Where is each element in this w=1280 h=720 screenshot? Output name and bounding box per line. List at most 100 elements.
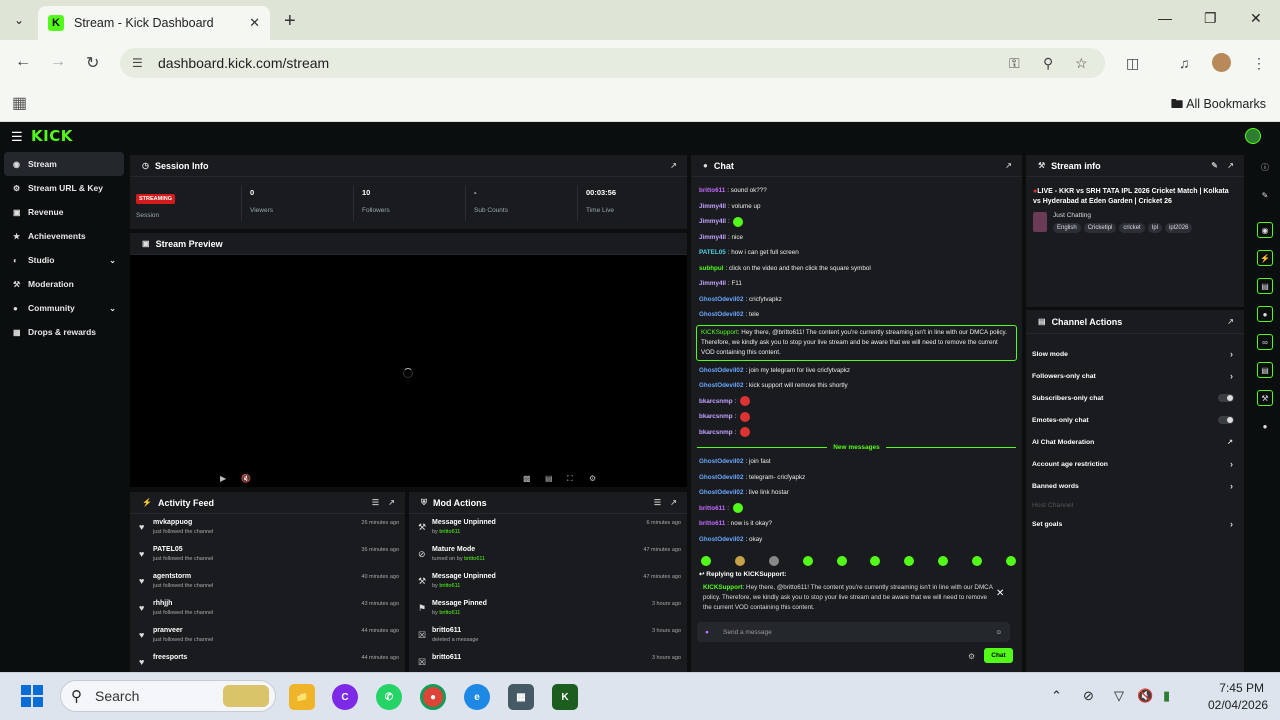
pop-out-icon[interactable]: ↗ [1227,161,1234,170]
sidebar-item-moderation[interactable]: ⚒ Moderation [0,272,128,296]
kick-support-message[interactable]: KICKSupport: Hey there, @britto611! The … [696,324,1017,361]
taskbar-search[interactable]: ⚲ Search [60,680,276,712]
pop-out-icon[interactable]: ↗ [388,498,395,507]
apps-grid-icon[interactable]: ▦ [12,93,27,113]
play-icon[interactable]: ▶ [220,474,226,483]
camera-icon[interactable]: ◉ [1257,222,1273,238]
tray-expand-icon[interactable]: ⌃ [1051,688,1062,704]
link-icon[interactable]: ∞ [1257,334,1273,350]
emote-icon[interactable] [1005,556,1016,566]
pop-out-icon[interactable]: ↗ [670,498,677,507]
sidebar-item-drops-rewards[interactable]: ▦ Drops & rewards [0,320,128,344]
subscribers-only-toggle[interactable] [1218,394,1234,402]
followers-only-row[interactable]: Followers-only chat › [1026,365,1244,387]
banned-words-row[interactable]: Banned words › [1026,475,1244,497]
chat-username[interactable]: KICKSupport [701,329,738,336]
set-goals-row[interactable]: Set goals › [1026,513,1244,535]
bolt-icon[interactable]: ⚡ [1257,250,1273,266]
chat-username[interactable]: subhpul [699,265,723,272]
chat-message[interactable]: GhostOdevil02: tele [691,307,1022,323]
all-bookmarks-button[interactable]: 🖿 All Bookmarks [1171,95,1266,116]
sidebar-item-revenue[interactable]: ▣ Revenue [0,200,128,224]
chat-message[interactable]: bkarcsnmp: [691,409,1022,425]
emote-icon[interactable] [938,556,949,566]
zoom-icon[interactable]: ⚲ [1043,55,1053,72]
edit-pencil-icon[interactable]: ✎ [1211,161,1218,170]
chat-message[interactable]: GhostOdevil02: okay [691,532,1022,548]
chat-message[interactable]: PATEL05: how i can get full screen [691,245,1022,261]
pop-out-icon[interactable]: ↗ [1227,317,1234,326]
account-age-row[interactable]: Account age restriction › [1026,453,1244,475]
chat-username[interactable]: PATEL05 [699,249,726,256]
chat-username[interactable]: GhostOdevil02 [699,311,743,318]
taskbar-clock[interactable]: 7:45 PM 02/04/2026 [1208,681,1268,712]
activity-row[interactable]: ♥ PATEL05 just followed the channel 36 minu… [130,541,405,568]
back-arrow-icon[interactable]: ← [15,53,31,71]
sync-off-icon[interactable]: ⊘ [1083,688,1094,704]
hamburger-menu-icon[interactable]: ☰ [11,129,23,145]
sidebar-item-stream[interactable]: ◉ Stream [4,152,124,176]
row-username[interactable]: britto611 [439,529,460,535]
wifi-icon[interactable]: ▽ [1114,688,1124,704]
list-icon[interactable]: ▤ [1257,362,1273,378]
mod-action-row[interactable]: ⚒ Message Unpinned by britto611 6 minutes a… [409,514,687,541]
windows-start-icon[interactable] [21,685,43,707]
browser-tab[interactable]: K Stream - Kick Dashboard ✕ [38,6,270,40]
mute-icon[interactable]: 🔇 [241,474,251,483]
kick-app-icon[interactable]: K [552,684,578,710]
chat-username[interactable]: britto611 [699,505,725,512]
stream-tag[interactable]: Cricketipl [1083,223,1117,233]
window-close-icon[interactable]: ✕ [1250,10,1262,27]
new-tab-plus-icon[interactable]: + [284,10,296,33]
chat-username[interactable]: Jimmy4ll [699,280,726,287]
chat-message[interactable]: bkarcsnmp: [691,425,1022,441]
emote-icon[interactable] [972,556,982,566]
media-control-icon[interactable]: ♫ [1179,55,1190,71]
info-icon[interactable]: ⓘ [1257,159,1273,175]
chat-message[interactable]: Jimmy4ll: F11 [691,276,1022,292]
chat-message-list[interactable]: britto611: sound ok??? Jimmy4ll: volume u… [691,183,1022,553]
chat-username[interactable]: GhostOdevil02 [699,536,743,543]
chat-send-button[interactable]: Chat [984,648,1013,663]
fullscreen-icon[interactable]: ⛶ [567,474,573,484]
chat-username[interactable]: Jimmy4ll [699,203,726,210]
sidebar-item-achievements[interactable]: ★ Achievements [0,224,128,248]
activity-row[interactable]: ♥ agentstorm just followed the channel 40 m… [130,568,405,595]
whatsapp-icon[interactable]: ✆ [376,684,402,710]
browser-menu-icon[interactable]: ⋮ [1252,55,1266,72]
chat-username[interactable]: GhostOdevil02 [699,489,743,496]
mod-action-row[interactable]: ⚑ Message Pinned by britto611 3 hours ago [409,595,687,622]
sidebar-item-studio[interactable]: ◐ Studio ⌄ [0,248,128,272]
chat-username[interactable]: GhostOdevil02 [699,474,743,481]
chat-message[interactable]: GhostOdevil02: live link hostar [691,485,1022,501]
emotes-only-toggle[interactable] [1218,416,1234,424]
stream-tag[interactable]: ipl2026 [1165,223,1193,233]
emote-icon[interactable] [904,556,915,566]
pip-icon[interactable]: ▩ [523,474,531,483]
chat-message[interactable]: GhostOdevil02: join fast [691,454,1022,470]
mod-action-row[interactable]: ⊘ Mature Mode turned on by britto611 47 min… [409,541,687,568]
pop-out-icon[interactable]: ↗ [1005,161,1012,170]
ai-chat-moderation-row[interactable]: AI Chat Moderation ↗ [1026,431,1244,453]
chat-username[interactable]: GhostOdevil02 [699,458,743,465]
theater-mode-icon[interactable]: ▤ [545,474,553,483]
activity-row[interactable]: ♥ pranveer just followed the channel 44 min… [130,622,405,649]
row-username[interactable]: britto611 [439,610,460,616]
chat-username[interactable]: Jimmy4ll [699,234,726,241]
battery-icon[interactable]: ▮ [1163,688,1170,704]
site-info-icon[interactable]: ☰ [132,56,143,70]
reload-icon[interactable]: ↻ [86,53,99,73]
people-icon[interactable]: ● [1257,418,1273,434]
emoji-icon[interactable]: ☺ [995,629,1002,636]
user-avatar[interactable] [1245,128,1261,144]
activity-row[interactable]: ♥ rhhjjh just followed the channel 43 minut… [130,595,405,622]
file-explorer-icon[interactable]: 📁 [289,684,315,710]
chat-message[interactable]: subhpul: click on the video and then cli… [691,261,1022,277]
settings-gear-icon[interactable]: ⚙ [589,474,596,483]
chat-message-input[interactable]: ● Send a message ☺ [697,622,1010,642]
chat-message[interactable]: GhostOdevil02: join my telegram for live… [691,363,1022,379]
kick-logo[interactable]: KICK [31,127,73,145]
close-reply-icon[interactable]: ✕ [996,588,1004,599]
emote-icon[interactable] [701,556,711,566]
chat-username[interactable]: GhostOdevil02 [699,382,743,389]
